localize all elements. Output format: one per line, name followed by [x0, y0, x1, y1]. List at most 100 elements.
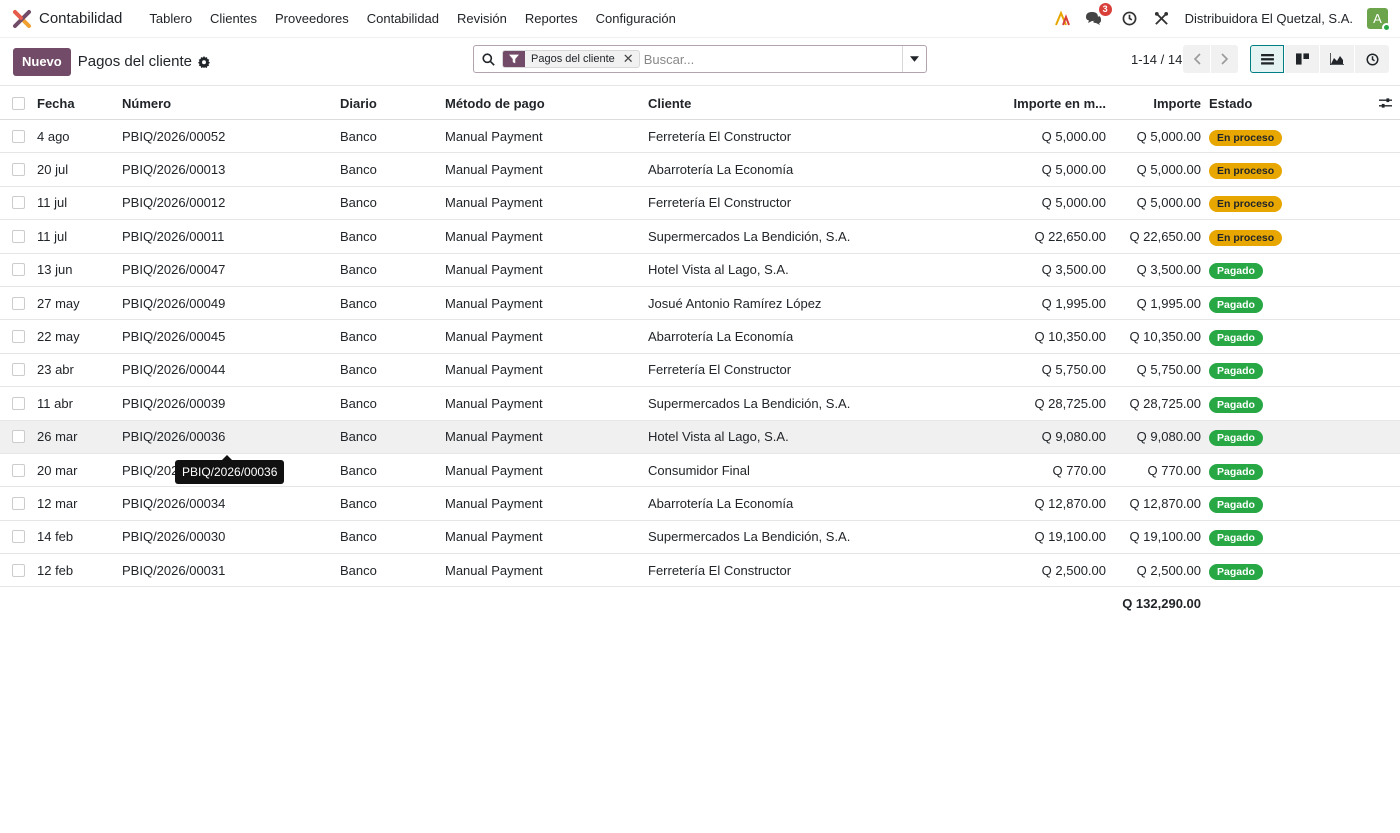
row-checkbox[interactable] — [12, 163, 25, 177]
search-bar: Pagos del cliente ✕ — [473, 45, 927, 73]
cell-fecha: 27 may — [37, 295, 80, 311]
cell-cliente: Ferretería El Constructor — [648, 362, 792, 378]
row-checkbox[interactable] — [12, 530, 25, 544]
column-header-diario[interactable]: Diario — [340, 96, 377, 111]
menu-item-tablero[interactable]: Tablero — [140, 0, 201, 38]
optional-columns-icon[interactable] — [1379, 97, 1392, 109]
debug-tools-icon[interactable] — [1153, 10, 1171, 28]
column-header-estado[interactable]: Estado — [1209, 96, 1252, 111]
cell-importe-moneda: Q 3,500.00 — [1041, 262, 1106, 278]
app-name[interactable]: Contabilidad — [39, 10, 122, 27]
cell-importe: Q 5,750.00 — [1136, 362, 1201, 378]
table-row[interactable]: 23 abr PBIQ/2026/00044 Banco Manual Payment… — [0, 354, 1400, 388]
row-checkbox[interactable] — [12, 196, 25, 210]
app-logo-icon[interactable] — [12, 9, 32, 29]
table-row[interactable]: 11 jul PBIQ/2026/00011 Banco Manual Payment… — [0, 220, 1400, 254]
facet-label: Pagos del cliente — [531, 53, 615, 65]
cell-importe-moneda: Q 28,725.00 — [1034, 395, 1106, 411]
table-row[interactable]: 26 mar PBIQ/2026/00036 Banco Manual Payment… — [0, 420, 1400, 454]
row-checkbox[interactable] — [12, 396, 25, 410]
pager-next-button[interactable] — [1211, 45, 1238, 73]
cell-importe-moneda: Q 2,500.00 — [1041, 562, 1106, 578]
cell-importe-moneda: Q 1,995.00 — [1041, 295, 1106, 311]
cell-importe: Q 28,725.00 — [1129, 395, 1201, 411]
cell-diario: Banco — [340, 529, 377, 545]
table-row[interactable]: 27 may PBIQ/2026/00049 Banco Manual Payment… — [0, 287, 1400, 321]
table-row[interactable]: 11 abr PBIQ/2026/00039 Banco Manual Payment… — [0, 387, 1400, 421]
gear-icon[interactable] — [197, 55, 210, 68]
row-checkbox[interactable] — [12, 129, 25, 143]
new-button[interactable]: Nuevo — [13, 47, 71, 76]
ai-icon[interactable] — [1053, 10, 1071, 28]
menu-item-revision[interactable]: Revisión — [448, 0, 516, 38]
table-row[interactable]: 4 ago PBIQ/2026/00052 Banco Manual Payment F… — [0, 120, 1400, 154]
row-checkbox[interactable] — [12, 263, 25, 277]
facet-remove-icon[interactable]: ✕ — [621, 51, 639, 67]
column-header-numero[interactable]: Número — [122, 96, 171, 111]
search-input[interactable] — [643, 51, 902, 67]
table-row[interactable]: 13 jun PBIQ/2026/00047 Banco Manual Payment… — [0, 254, 1400, 287]
cell-numero: PBIQ/2026/00047 — [122, 262, 226, 278]
cell-cliente: Supermercados La Bendición, S.A. — [648, 395, 851, 411]
menu-item-proveedores[interactable]: Proveedores — [266, 0, 358, 38]
search-icon[interactable] — [474, 52, 502, 66]
page-title[interactable]: Pagos del cliente — [78, 53, 192, 70]
status-badge: Pagado — [1209, 496, 1263, 513]
row-checkbox[interactable] — [12, 363, 25, 377]
activity-view-button[interactable] — [1355, 45, 1389, 73]
cell-importe: Q 9,080.00 — [1136, 429, 1201, 445]
kanban-view-button[interactable] — [1285, 45, 1319, 73]
table-row[interactable]: 12 mar PBIQ/2026/00034 Banco Manual Payment… — [0, 487, 1400, 521]
cell-metodo: Manual Payment — [445, 195, 543, 211]
main-menu: Tablero Clientes Proveedores Contabilida… — [140, 0, 684, 38]
graph-view-button[interactable] — [1320, 45, 1354, 73]
menu-item-configuracion[interactable]: Configuración — [587, 0, 685, 38]
cell-cliente: Consumidor Final — [648, 462, 750, 478]
select-all-checkbox[interactable] — [12, 96, 25, 110]
row-checkbox[interactable] — [12, 496, 25, 510]
cell-importe-moneda: Q 9,080.00 — [1041, 429, 1106, 445]
cell-estado: Pagado — [1209, 262, 1263, 280]
row-checkbox[interactable] — [12, 563, 25, 577]
cell-metodo: Manual Payment — [445, 228, 543, 244]
cell-metodo: Manual Payment — [445, 262, 543, 278]
cell-fecha: 11 jul — [37, 195, 68, 211]
messages-icon[interactable]: 3 — [1085, 2, 1112, 28]
row-checkbox[interactable] — [12, 463, 25, 477]
pager-buttons — [1183, 45, 1238, 73]
cell-importe-moneda: Q 770.00 — [1052, 462, 1107, 478]
cell-importe-moneda: Q 5,000.00 — [1041, 128, 1106, 144]
row-checkbox[interactable] — [12, 296, 25, 310]
user-avatar[interactable]: A — [1367, 8, 1391, 32]
column-header-metodo[interactable]: Método de pago — [445, 96, 545, 111]
column-header-cliente[interactable]: Cliente — [648, 96, 691, 111]
search-options-toggle[interactable] — [902, 46, 926, 72]
cell-numero: PBIQ/2026/00011 — [122, 228, 225, 244]
cell-importe-moneda: Q 19,100.00 — [1034, 529, 1106, 545]
cell-metodo: Manual Payment — [445, 295, 543, 311]
column-header-importe[interactable]: Importe — [1153, 96, 1201, 111]
menu-item-reportes[interactable]: Reportes — [516, 0, 587, 38]
table-row[interactable]: 12 feb PBIQ/2026/00031 Banco Manual Payment… — [0, 554, 1400, 588]
table-row[interactable]: 22 may PBIQ/2026/00045 Banco Manual Payment… — [0, 320, 1400, 354]
column-header-fecha[interactable]: Fecha — [37, 96, 75, 111]
pager-value[interactable]: 1-14 / 14 — [1131, 52, 1182, 67]
status-badge: Pagado — [1209, 463, 1263, 480]
activity-clock-icon[interactable] — [1121, 10, 1139, 28]
row-checkbox[interactable] — [12, 430, 25, 444]
column-header-importe-moneda[interactable]: Importe en m... — [1014, 96, 1106, 111]
cell-numero: PBIQ/2026/00044 — [122, 362, 226, 378]
table-row[interactable]: 20 jul PBIQ/2026/00013 Banco Manual Payment… — [0, 153, 1400, 187]
row-checkbox[interactable] — [12, 330, 25, 344]
list-view-button[interactable] — [1250, 45, 1284, 73]
menu-item-clientes[interactable]: Clientes — [201, 0, 266, 38]
company-switcher[interactable]: Distribuidora El Quetzal, S.A. — [1185, 11, 1353, 26]
menu-item-contabilidad[interactable]: Contabilidad — [358, 0, 448, 38]
pager-previous-button[interactable] — [1183, 45, 1210, 73]
cell-diario: Banco — [340, 195, 377, 211]
row-checkbox[interactable] — [12, 229, 25, 243]
table-row[interactable]: 11 jul PBIQ/2026/00012 Banco Manual Payment… — [0, 187, 1400, 221]
status-badge: En proceso — [1209, 196, 1283, 213]
cell-importe: Q 5,000.00 — [1136, 128, 1201, 144]
table-row[interactable]: 14 feb PBIQ/2026/00030 Banco Manual Payment… — [0, 521, 1400, 555]
